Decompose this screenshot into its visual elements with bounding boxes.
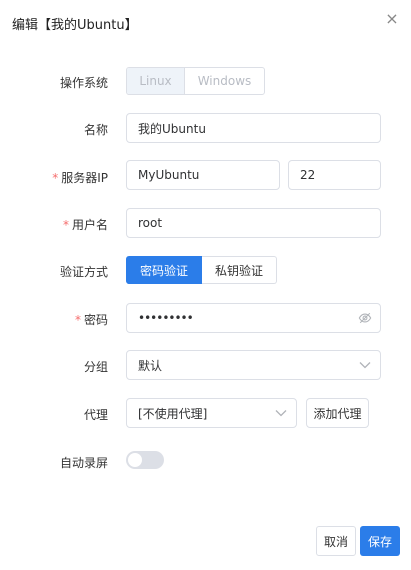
required-mark: * xyxy=(52,171,59,185)
auth-method-label-text: 验证方式 xyxy=(59,265,108,279)
chevron-down-icon xyxy=(350,361,380,369)
name-label-text: 名称 xyxy=(83,123,108,137)
chevron-down-icon xyxy=(266,409,296,417)
group-label-text: 分组 xyxy=(83,360,108,374)
group-label: 分组 xyxy=(84,358,108,375)
auto-record-label-text: 自动录屏 xyxy=(59,456,108,470)
os-option-windows[interactable]: Windows xyxy=(185,68,264,94)
username-input[interactable]: root xyxy=(126,208,381,238)
host-input[interactable]: MyUbuntu xyxy=(126,160,280,190)
close-icon[interactable]: × xyxy=(384,10,400,28)
name-input[interactable]: 我的Ubuntu xyxy=(126,113,381,143)
username-label-text: 用户名 xyxy=(71,218,108,232)
os-label: 操作系统 xyxy=(60,74,108,91)
auto-record-label: 自动录屏 xyxy=(60,454,108,471)
proxy-select-value: [不使用代理] xyxy=(138,406,208,421)
port-input[interactable]: 22 xyxy=(288,160,381,190)
auto-record-toggle[interactable] xyxy=(126,451,164,469)
server-ip-label-text: 服务器IP xyxy=(61,171,108,185)
required-mark: * xyxy=(74,313,81,327)
save-button[interactable]: 保存 xyxy=(360,526,400,556)
eye-off-icon[interactable] xyxy=(350,311,380,325)
username-input-value: root xyxy=(138,216,163,230)
add-proxy-button[interactable]: 添加代理 xyxy=(306,398,369,428)
proxy-select[interactable]: [不使用代理] xyxy=(126,398,297,428)
password-input-value: ••••••••• xyxy=(138,311,194,325)
required-mark: * xyxy=(62,218,69,232)
auth-password-button[interactable]: 密码验证 xyxy=(126,256,202,284)
proxy-label-text: 代理 xyxy=(83,408,108,422)
auth-method-group: 密码验证 私钥验证 xyxy=(126,256,277,284)
os-label-text: 操作系统 xyxy=(59,76,108,90)
toggle-knob xyxy=(128,453,142,467)
os-segmented-control[interactable]: Linux Windows xyxy=(126,67,265,95)
name-label: 名称 xyxy=(84,121,108,138)
auth-method-label: 验证方式 xyxy=(60,263,108,280)
name-input-value: 我的Ubuntu xyxy=(138,121,206,136)
os-option-linux[interactable]: Linux xyxy=(127,68,185,94)
username-label: * 用户名 xyxy=(63,216,108,233)
group-select-value: 默认 xyxy=(138,358,163,373)
proxy-label: 代理 xyxy=(84,406,108,423)
dialog-title: 编辑【我的Ubuntu】 xyxy=(12,18,138,33)
group-select[interactable]: 默认 xyxy=(126,350,381,380)
cancel-button[interactable]: 取消 xyxy=(316,526,356,556)
host-input-value: MyUbuntu xyxy=(138,168,200,182)
password-input[interactable]: ••••••••• xyxy=(126,303,381,333)
password-label-text: 密码 xyxy=(83,313,108,327)
auth-key-button[interactable]: 私钥验证 xyxy=(202,256,277,284)
password-label: * 密码 xyxy=(75,311,108,328)
server-ip-label: * 服务器IP xyxy=(52,169,108,186)
port-input-value: 22 xyxy=(300,168,316,182)
